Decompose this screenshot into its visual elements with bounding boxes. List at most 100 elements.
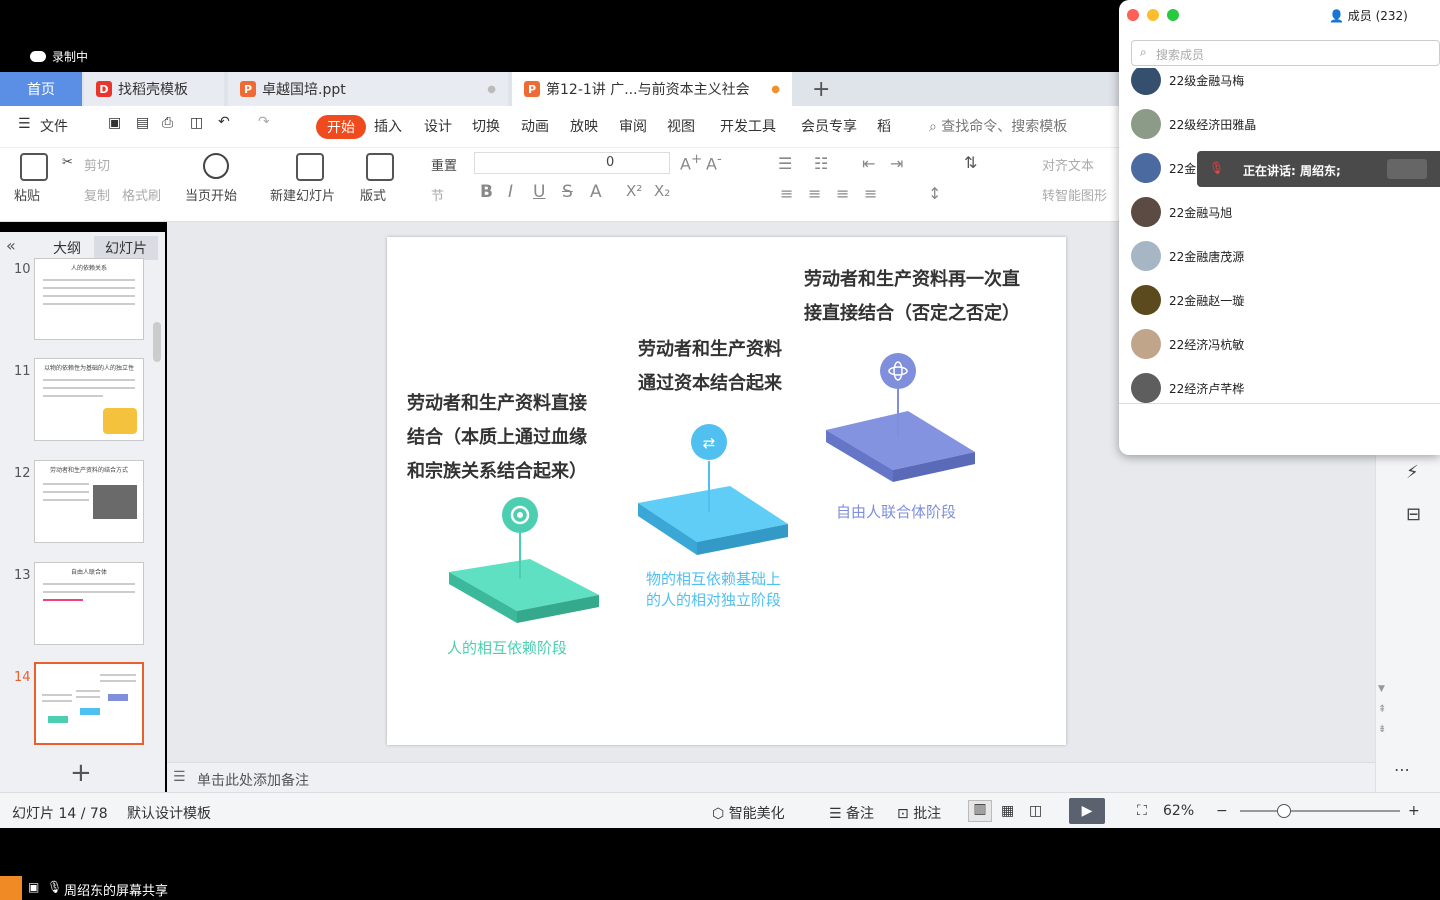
layout-button[interactable]: 版式 bbox=[360, 185, 386, 204]
menu-start[interactable]: 开始 bbox=[316, 115, 366, 139]
notes-button[interactable]: ☰ 备注 bbox=[829, 803, 874, 823]
italic-icon[interactable]: I bbox=[508, 182, 513, 202]
play-circle-icon[interactable] bbox=[203, 153, 229, 179]
member-item[interactable]: 22金融唐茂源 bbox=[1119, 234, 1440, 278]
font-color-icon[interactable]: A bbox=[590, 182, 602, 202]
justify-icon[interactable]: ≡ bbox=[864, 184, 877, 203]
print-icon[interactable]: ⎙ bbox=[162, 115, 173, 131]
zoom-slider[interactable] bbox=[1240, 810, 1400, 812]
tab-slides[interactable]: 幻灯片 bbox=[94, 236, 158, 260]
lightning-icon[interactable]: ⚡ bbox=[1406, 462, 1419, 483]
preview-icon[interactable]: ◫ bbox=[190, 115, 203, 131]
menu-review[interactable]: 审阅 bbox=[619, 116, 647, 136]
align-right-icon[interactable]: ≡ bbox=[836, 184, 849, 203]
align-center-icon[interactable]: ≡ bbox=[808, 184, 821, 203]
save-icon[interactable]: ▣ bbox=[108, 115, 121, 131]
menu-member[interactable]: 会员专享 bbox=[801, 116, 857, 136]
underline-icon[interactable]: U bbox=[533, 182, 545, 202]
window-minimize-icon[interactable] bbox=[1147, 9, 1159, 21]
undo-icon[interactable]: ↶ bbox=[218, 114, 230, 130]
scissors-icon[interactable]: ✂ bbox=[62, 155, 73, 170]
play-slideshow-button[interactable]: ▶ bbox=[1069, 798, 1105, 824]
menu-file[interactable]: 文件 bbox=[40, 116, 68, 136]
menu-devtools[interactable]: 开发工具 bbox=[720, 116, 776, 136]
member-item[interactable]: 22经济卢芊桦 bbox=[1119, 366, 1440, 403]
outdent-icon[interactable]: ⇤ bbox=[862, 154, 875, 173]
prev-slide-icon[interactable]: ⇞ bbox=[1378, 704, 1386, 715]
menu-insert[interactable]: 插入 bbox=[374, 116, 402, 136]
tab-doc2[interactable]: P 第12-1讲 广...与前资本主义社会 ● bbox=[512, 72, 792, 106]
member-item[interactable]: 22金融赵一璇 bbox=[1119, 278, 1440, 322]
add-slide-plus-icon[interactable]: + bbox=[70, 758, 92, 788]
font-shrink-icon[interactable]: A- bbox=[706, 152, 722, 173]
reading-view-icon[interactable]: ◫ bbox=[1029, 803, 1042, 819]
font-name-select[interactable] bbox=[474, 152, 670, 174]
menu-slideshow[interactable]: 放映 bbox=[570, 116, 598, 136]
line-spacing-icon[interactable]: ↕ bbox=[928, 184, 941, 203]
tab-find-template[interactable]: D 找稻壳模板 bbox=[84, 72, 224, 106]
notes-bar[interactable]: ☰ 单击此处添加备注 bbox=[167, 762, 1375, 792]
command-search[interactable]: ⌕ 查找命令、搜索模板 bbox=[929, 116, 1067, 136]
book-icon[interactable]: ⊟ bbox=[1406, 504, 1421, 525]
next-slide-icon[interactable]: ⇟ bbox=[1378, 724, 1386, 735]
zoom-level[interactable]: 62% bbox=[1163, 803, 1194, 819]
more-icon[interactable]: ⋯ bbox=[1394, 760, 1410, 779]
zoom-slider-handle[interactable] bbox=[1277, 804, 1291, 818]
menu-design[interactable]: 设计 bbox=[424, 116, 452, 136]
copy-button[interactable]: 复制 bbox=[84, 185, 110, 204]
slide-thumbnail-13[interactable]: 自由人联合体 bbox=[34, 562, 144, 645]
tab-doc1-close-icon[interactable]: ● bbox=[487, 84, 496, 95]
template-name[interactable]: 默认设计模板 bbox=[127, 803, 211, 823]
font-size-value[interactable]: 0 bbox=[606, 155, 614, 170]
beautify-button[interactable]: ⬡ 智能美化 bbox=[712, 803, 785, 823]
current-slide[interactable]: 劳动者和生产资料直接 结合（本质上通过血缘 和宗族关系结合起来） 劳动者和生产资… bbox=[387, 237, 1066, 745]
section-button[interactable]: 节 bbox=[431, 185, 444, 204]
zoom-out-icon[interactable]: − bbox=[1216, 803, 1228, 819]
normal-view-icon[interactable]: ▥ bbox=[968, 800, 992, 822]
member-item[interactable]: 22经济冯杭敏 bbox=[1119, 322, 1440, 366]
subscript-icon[interactable]: X₂ bbox=[654, 182, 670, 200]
sorter-view-icon[interactable]: ▦ bbox=[1001, 803, 1014, 819]
export-icon[interactable]: ▤ bbox=[136, 115, 149, 131]
menu-view[interactable]: 视图 bbox=[667, 116, 695, 136]
panel-scrollbar[interactable] bbox=[153, 322, 161, 362]
slide-thumbnail-11[interactable]: 以物的依赖性为基础的人的独立性 bbox=[34, 358, 144, 441]
fit-window-icon[interactable]: ⛶ bbox=[1137, 803, 1147, 819]
member-item[interactable]: 22金融马旭 bbox=[1119, 190, 1440, 234]
redo-icon[interactable]: ↷ bbox=[258, 114, 270, 130]
paste-icon[interactable] bbox=[20, 153, 48, 181]
indent-icon[interactable]: ⇥ bbox=[890, 154, 903, 173]
align-text-button[interactable]: 对齐文本 bbox=[1042, 155, 1094, 174]
tab-outline[interactable]: 大纲 bbox=[46, 236, 88, 260]
sort-icon[interactable]: ⇅ bbox=[964, 153, 977, 172]
new-slide-icon[interactable] bbox=[296, 153, 324, 181]
scroll-down-icon[interactable]: ▼ bbox=[1378, 684, 1385, 694]
smart-art-button[interactable]: 转智能图形 bbox=[1042, 185, 1107, 204]
stage-3-caption[interactable]: 自由人联合体阶段 bbox=[836, 502, 956, 523]
stage-1-caption[interactable]: 人的相互依赖阶段 bbox=[447, 638, 567, 659]
window-maximize-icon[interactable] bbox=[1167, 9, 1179, 21]
reset-button[interactable]: 重置 bbox=[431, 155, 457, 174]
superscript-icon[interactable]: X² bbox=[626, 182, 642, 200]
number-list-icon[interactable]: ☷ bbox=[814, 154, 828, 173]
new-slide-button[interactable]: 新建幻灯片 bbox=[270, 185, 335, 204]
stage-2-caption[interactable]: 物的相互依赖基础上 的人的相对独立阶段 bbox=[646, 569, 781, 611]
align-left-icon[interactable]: ≡ bbox=[780, 184, 793, 203]
menu-transition[interactable]: 切换 bbox=[472, 116, 500, 136]
menu-daoke[interactable]: 稻 bbox=[877, 116, 891, 136]
zoom-in-icon[interactable]: + bbox=[1408, 803, 1420, 819]
format-painter-button[interactable]: 格式刷 bbox=[122, 185, 161, 204]
window-close-icon[interactable] bbox=[1127, 9, 1139, 21]
font-grow-icon[interactable]: A+ bbox=[680, 152, 702, 173]
paste-button[interactable]: 粘贴 bbox=[14, 185, 40, 204]
cut-button[interactable]: 剪切 bbox=[84, 155, 110, 174]
new-tab-plus-icon[interactable]: + bbox=[800, 72, 830, 106]
comment-button[interactable]: ⊡ 批注 bbox=[897, 803, 941, 823]
bold-icon[interactable]: B bbox=[480, 182, 493, 202]
slide-thumbnail-10[interactable]: 人的依赖关系 bbox=[34, 258, 144, 340]
user-icon[interactable] bbox=[0, 876, 22, 900]
from-current-button[interactable]: 当页开始 bbox=[185, 185, 237, 204]
collapse-panel-icon[interactable]: « bbox=[6, 236, 16, 255]
bullet-list-icon[interactable]: ☰ bbox=[778, 154, 792, 173]
layout-icon[interactable] bbox=[366, 153, 394, 181]
